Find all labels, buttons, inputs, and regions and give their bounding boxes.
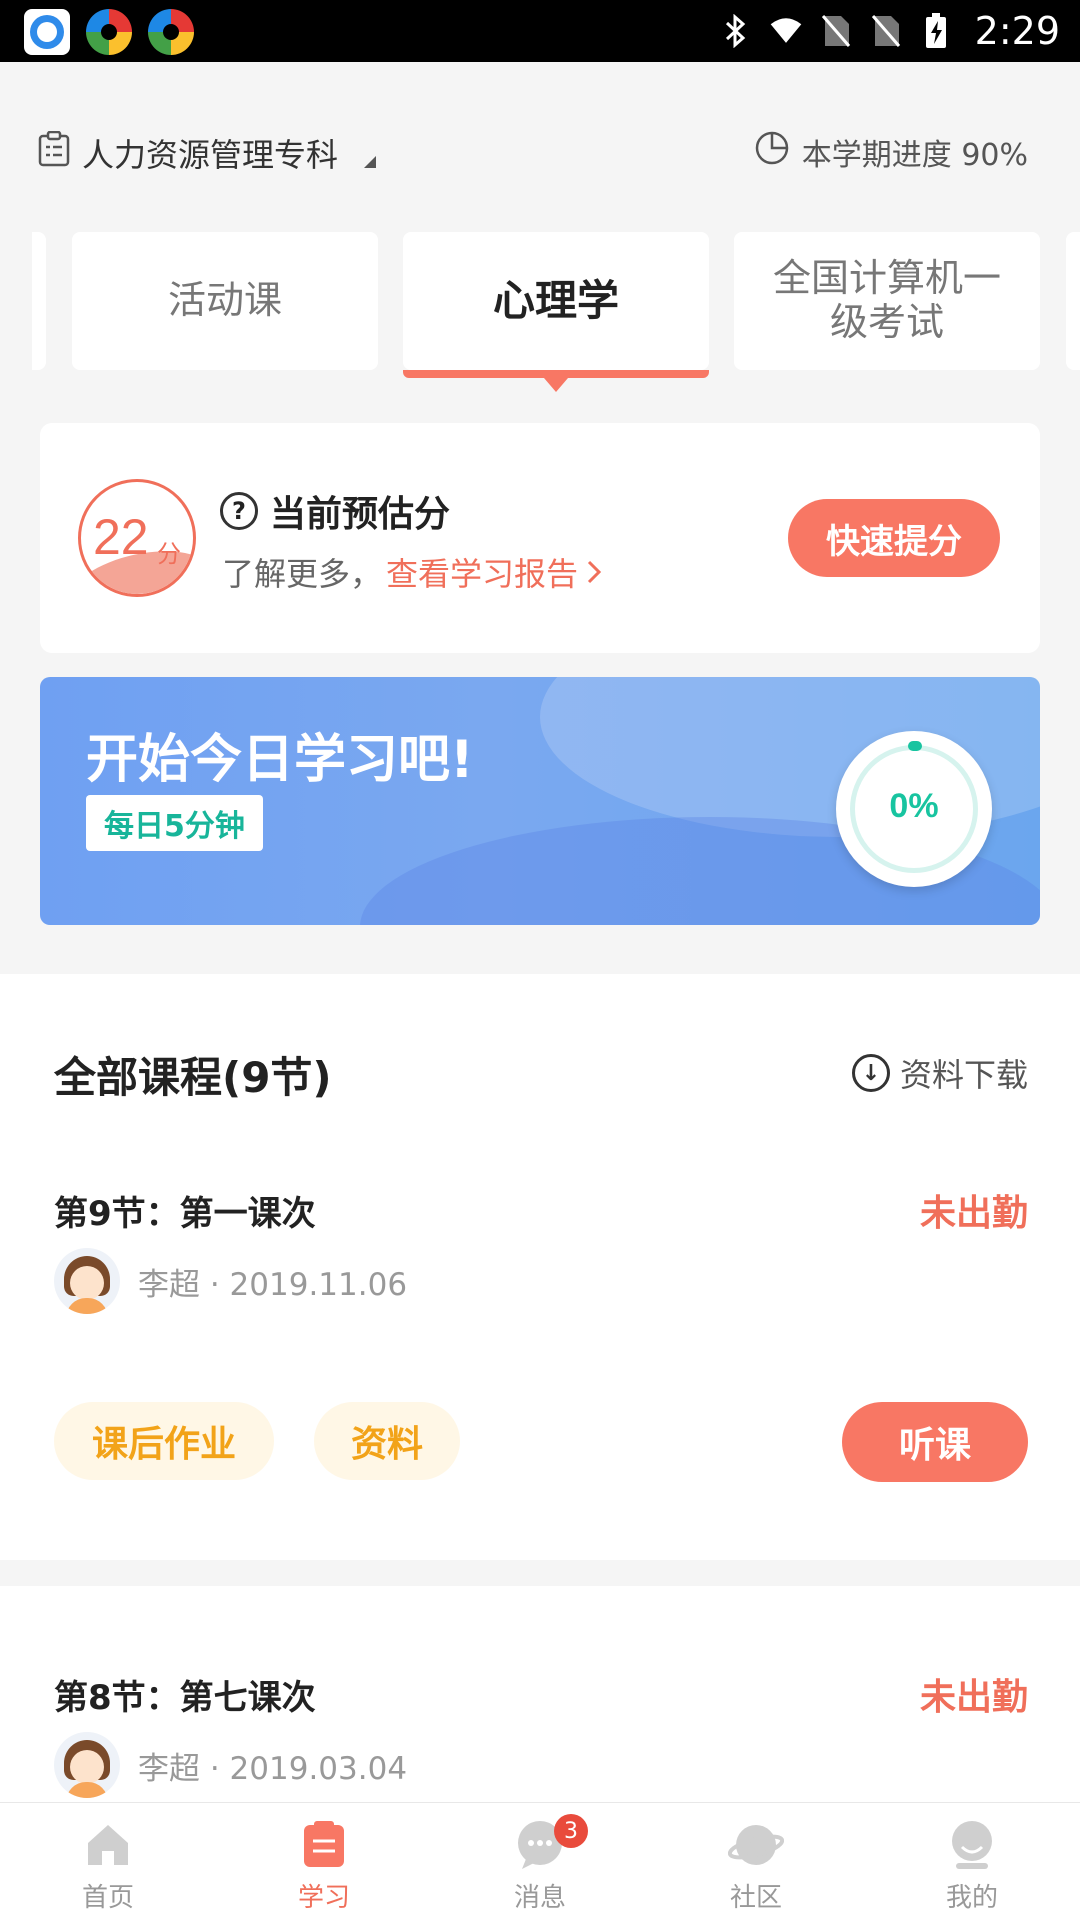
teacher-avatar (54, 1248, 120, 1314)
tab-label: 活动课 (167, 278, 282, 323)
nav-label: 消息 (513, 1883, 566, 1913)
score-badge: 22 分 (78, 479, 196, 597)
daily-minutes-tag: 每日5分钟 (86, 795, 263, 851)
nav-label: 社区 (729, 1883, 782, 1913)
download-materials-button[interactable]: ↓ 资料下载 (851, 1050, 1028, 1096)
score-subtitle: 了解更多， 查看学习报告 (222, 549, 602, 595)
tab-psychology[interactable]: 心理学 (403, 232, 709, 392)
nav-home[interactable]: 首页 (0, 1803, 216, 1920)
teacher-avatar (54, 1732, 120, 1798)
download-icon: ↓ (851, 1054, 890, 1092)
listen-button[interactable]: 听课 (842, 1402, 1028, 1482)
attendance-status: 未出勤 (919, 1677, 1028, 1718)
chevron-right-icon (587, 560, 602, 584)
tab-computer-exam[interactable]: 全国计算机一级考试 (734, 232, 1040, 370)
boost-score-button[interactable]: 快速提分 (788, 499, 1000, 577)
tab-label: 心理学 (492, 275, 619, 325)
wifi-icon (769, 14, 803, 48)
lesson-title[interactable]: 第9节：第一课次 (54, 1186, 316, 1235)
score-value: 22 (93, 509, 149, 565)
bluetooth-icon (719, 14, 753, 48)
tab-active-underline (403, 370, 709, 378)
home-icon (80, 1817, 136, 1873)
nav-profile[interactable]: 我的 (864, 1803, 1080, 1920)
course-tabs: 活动课 心理学 全国计算机一级考试 (0, 232, 1080, 392)
banner-title: 开始今日学习吧! (86, 730, 474, 790)
colorful-app-icon (148, 9, 194, 55)
daily-progress-value: 0% (889, 787, 939, 825)
message-count-badge: 3 (554, 1814, 588, 1848)
teacher-date: 李超 · 2019.03.04 (138, 1750, 408, 1787)
help-icon[interactable]: ? (220, 492, 258, 530)
nav-label: 首页 (81, 1883, 134, 1913)
nav-messages[interactable]: 消息 (432, 1803, 648, 1920)
nav-label: 我的 (945, 1883, 998, 1913)
no-sim-icon (869, 14, 903, 48)
major-name: 人力资源管理专科 (82, 136, 339, 174)
tab-label: 全国计算机一级考试 (772, 256, 1001, 344)
tab-activity-course[interactable]: 活动课 (72, 232, 378, 370)
download-label: 资料下载 (899, 1056, 1028, 1094)
teacher-date: 李超 · 2019.11.06 (138, 1266, 408, 1303)
lesson-meta: 李超 · 2019.03.04 (54, 1732, 407, 1798)
browser-app-icon (24, 9, 70, 55)
homework-button[interactable]: 课后作业 (54, 1402, 274, 1480)
course-list-section-continued: 第8节：第七课次 未出勤 李超 · 2019.03.04 (0, 1586, 1080, 1806)
tab-partial-left[interactable] (32, 232, 46, 370)
status-bar: 2:29 (0, 0, 1080, 62)
pie-chart-icon (754, 130, 790, 174)
attendance-status: 未出勤 (919, 1193, 1028, 1234)
clock-time: 2:29 (974, 9, 1060, 53)
study-report-link[interactable]: 查看学习报告 (386, 549, 602, 595)
semester-progress[interactable]: 本学期进度 90% (754, 130, 1028, 174)
dropdown-caret-icon (364, 156, 377, 168)
course-list-title: 全部课程(9节) (54, 1053, 332, 1102)
course-list-section: 全部课程(9节) ↓ 资料下载 第9节：第一课次 未出勤 李超 · 2019.1… (0, 974, 1080, 1560)
daily-study-banner[interactable]: 开始今日学习吧! 每日5分钟 0% (40, 677, 1040, 925)
materials-button[interactable]: 资料 (314, 1402, 460, 1480)
battery-charging-icon (919, 13, 953, 48)
score-title-text: 当前预估分 (270, 494, 451, 535)
semester-progress-label: 本学期进度 90% (801, 138, 1028, 173)
nav-label: 学习 (297, 1883, 350, 1913)
community-icon (727, 1817, 785, 1873)
colorful-app-icon (86, 9, 132, 55)
bottom-navigation: 首页 学习 消息 社区 我的 (0, 1802, 1080, 1920)
nav-community[interactable]: 社区 (648, 1803, 864, 1920)
learn-more-text: 了解更多， (222, 555, 383, 593)
tab-partial-right[interactable] (1066, 232, 1080, 370)
daily-progress-ring: 0% (836, 731, 992, 887)
nav-study[interactable]: 学习 (216, 1803, 432, 1920)
no-sim-icon (819, 14, 853, 48)
major-selector[interactable]: 人力资源管理专科 (38, 130, 377, 176)
score-title: ? 当前预估分 (220, 485, 450, 537)
clipboard-icon (38, 130, 70, 175)
lesson-meta: 李超 · 2019.11.06 (54, 1248, 407, 1314)
study-report-link-text: 查看学习报告 (386, 555, 579, 593)
study-icon (296, 1817, 352, 1873)
estimated-score-card: 22 分 ? 当前预估分 了解更多， 查看学习报告 快速提分 (40, 423, 1040, 653)
tab-active-arrow (544, 378, 568, 392)
score-unit: 分 (157, 540, 181, 568)
lesson-title[interactable]: 第8节：第七课次 (54, 1670, 316, 1719)
profile-icon (944, 1817, 1000, 1873)
